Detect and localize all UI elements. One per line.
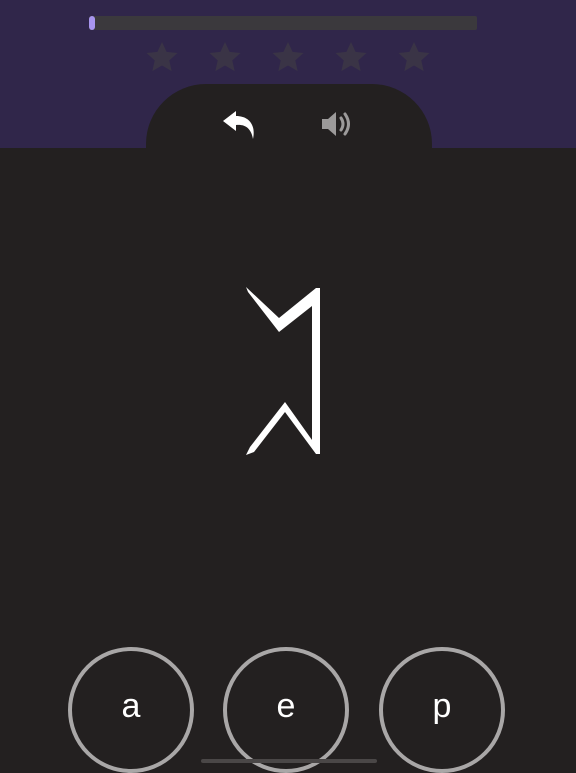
star-icon — [143, 38, 181, 76]
progress-bar — [89, 16, 477, 30]
star-icon — [269, 38, 307, 76]
rune-glyph-icon — [228, 282, 338, 462]
star-icon — [206, 38, 244, 76]
star-icon — [332, 38, 370, 76]
star-rating — [0, 38, 576, 78]
speaker-icon — [322, 112, 350, 136]
answer-button-a[interactable]: a — [68, 647, 194, 773]
answer-label: e — [276, 686, 296, 725]
sound-button[interactable] — [315, 104, 359, 144]
back-button[interactable] — [217, 104, 261, 144]
answer-label: a — [121, 686, 141, 725]
answer-button-e[interactable]: e — [223, 647, 349, 773]
progress-fill — [89, 16, 95, 30]
answer-button-p[interactable]: p — [379, 647, 505, 773]
home-indicator — [201, 759, 377, 763]
control-tab — [146, 84, 432, 214]
star-icon — [395, 38, 433, 76]
answer-label: p — [432, 686, 452, 725]
undo-arrow-icon — [223, 111, 254, 139]
